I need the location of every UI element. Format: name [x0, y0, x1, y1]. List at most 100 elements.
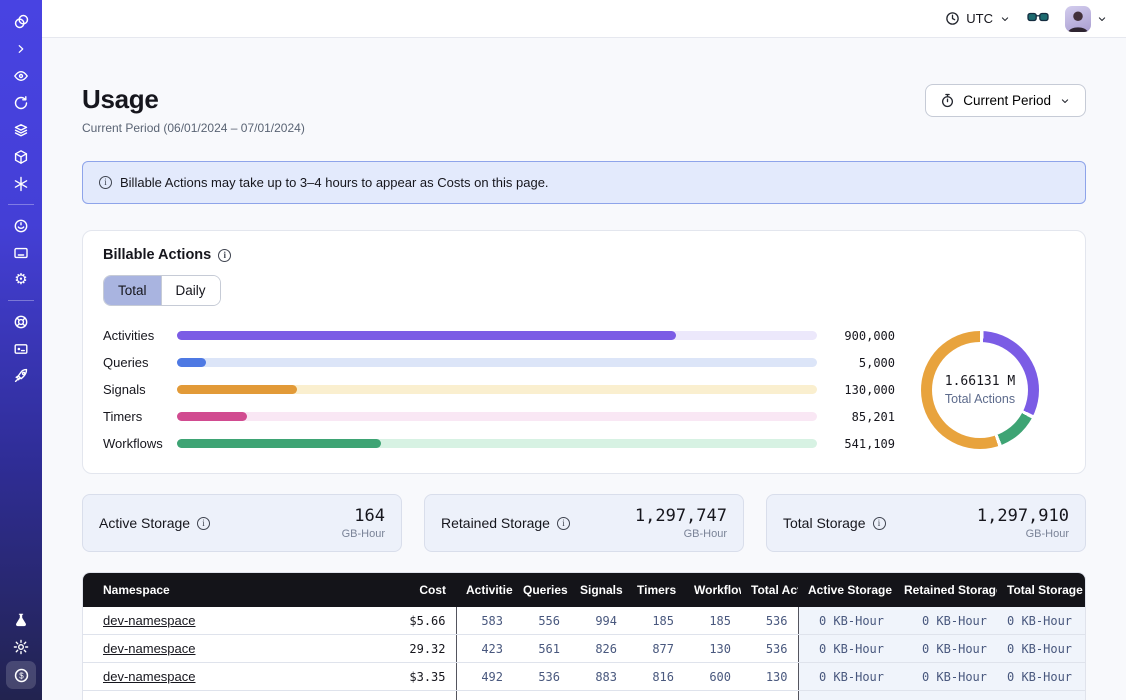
cell-cost: $3.35: [364, 663, 456, 691]
billing-card-icon[interactable]: [6, 240, 36, 265]
usage-coin-icon[interactable]: $: [6, 661, 36, 689]
namespace-cell: dev-namespace: [83, 635, 364, 663]
cube-icon[interactable]: [6, 144, 36, 169]
sidebar-divider: [8, 204, 34, 205]
page-content: Usage Current Period (06/01/2024 – 07/01…: [42, 38, 1126, 700]
bar-fill: [177, 331, 676, 340]
bar-value: 85,201: [817, 410, 895, 424]
bar-label: Queries: [103, 355, 177, 370]
cell-total-storage: 0 KB-Hour: [997, 607, 1085, 635]
storage-card-value: 164: [342, 506, 385, 526]
bar-fill: [177, 385, 297, 394]
table-row: dev-namespace$3.354925368838166001300 KB…: [83, 663, 1085, 691]
table-header-row: NamespaceCostActivitiesQueriesSignalsTim…: [83, 573, 1085, 607]
tab-total[interactable]: Total: [104, 276, 161, 305]
chevron-down-icon: [1096, 13, 1108, 25]
cell-signals: 994: [570, 607, 627, 635]
feedback-monitor-icon[interactable]: [6, 336, 36, 361]
cell-activities: 423: [456, 635, 513, 663]
column-header-namespace: Namespace: [83, 573, 364, 607]
cell-active-storage: 0 KB-Hour: [798, 607, 894, 635]
namespace-usage-table: NamespaceCostActivitiesQueriesSignalsTim…: [82, 572, 1086, 700]
cell-cost: 29.32: [364, 635, 456, 663]
storage-card-label: Active Storage: [99, 515, 190, 531]
table-body: dev-namespace$5.665835569941851855360 KB…: [83, 607, 1085, 700]
page-title: Usage: [82, 84, 305, 115]
cell-timers: 816: [627, 663, 684, 691]
bar-track: [177, 385, 817, 394]
namespaces-eye-icon[interactable]: [6, 63, 36, 88]
timezone-selector[interactable]: UTC: [945, 11, 1011, 26]
sidebar: ⚙ $: [0, 0, 42, 700]
info-icon[interactable]: [218, 249, 231, 262]
storage-card-label: Total Storage: [783, 515, 866, 531]
info-icon[interactable]: [557, 517, 570, 530]
cell-total-storage: 0 KB-Hour: [997, 635, 1085, 663]
cell-total-actions: 536: [741, 607, 798, 635]
bar-fill: [177, 358, 206, 367]
layers-icon[interactable]: [6, 117, 36, 142]
history-clock-icon[interactable]: [6, 90, 36, 115]
storage-card-label: Retained Storage: [441, 515, 550, 531]
namespace-cell: dev-namespace: [83, 663, 364, 691]
namespace-link[interactable]: dev-namespace: [103, 669, 196, 684]
namespace-cell: dev-namespace: [83, 607, 364, 635]
table-row-partial: [83, 691, 1085, 700]
table-row: dev-namespace$5.665835569941851855360 KB…: [83, 607, 1085, 635]
cell-workflows: 600: [684, 663, 741, 691]
bar-row-timers: Timers 85,201: [103, 403, 895, 430]
bar-value: 900,000: [817, 329, 895, 343]
column-header-queries: Queries: [513, 573, 570, 607]
info-banner: Billable Actions may take up to 3–4 hour…: [82, 161, 1086, 204]
cell-queries: 536: [513, 663, 570, 691]
svg-text:$: $: [19, 671, 24, 680]
billable-actions-card: Billable Actions TotalDaily Activities90…: [82, 230, 1086, 474]
avatar: [1065, 6, 1091, 32]
cell-activities: 583: [456, 607, 513, 635]
storage-summary-row: Active Storage 164 GB-Hour Retained Storage…: [82, 494, 1086, 552]
glasses-icon[interactable]: [1027, 9, 1049, 29]
cell-timers: 185: [627, 607, 684, 635]
bar-value: 5,000: [817, 356, 895, 370]
storage-card-unit: GB-Hour: [635, 528, 727, 540]
stopwatch-icon: [940, 93, 955, 108]
table-row: dev-namespace29.324235618268771305360 KB…: [83, 635, 1085, 663]
info-icon: [99, 176, 112, 189]
info-icon[interactable]: [197, 517, 210, 530]
bar-label: Signals: [103, 382, 177, 397]
cell-signals: 826: [570, 635, 627, 663]
storage-card-value: 1,297,747: [635, 506, 727, 526]
dashboard-gauge-icon[interactable]: [6, 213, 36, 238]
cell-total-actions: 130: [741, 663, 798, 691]
expand-chevron-icon[interactable]: [6, 36, 36, 61]
namespace-link[interactable]: dev-namespace: [103, 613, 196, 628]
support-lifebuoy-icon[interactable]: [6, 309, 36, 334]
billable-actions-title: Billable Actions: [103, 247, 211, 263]
tab-daily[interactable]: Daily: [161, 276, 220, 305]
column-header-active-storage: Active Storage: [798, 573, 894, 607]
main-area: UTC Usage Current Period (06/01/2024 – 0…: [42, 0, 1126, 700]
asterisk-icon[interactable]: [6, 171, 36, 196]
cell-retained-storage: 0 KB-Hour: [894, 663, 997, 691]
getting-started-rocket-icon[interactable]: [6, 363, 36, 388]
bar-chart: Activities900,000Queries5,000Signals130,…: [103, 322, 895, 457]
period-subtitle: Current Period (06/01/2024 – 07/01/2024): [82, 121, 305, 135]
total-daily-tabs: TotalDaily: [103, 275, 221, 306]
temporal-logo-icon[interactable]: [6, 9, 36, 34]
info-icon[interactable]: [873, 517, 886, 530]
period-dropdown-button[interactable]: Current Period: [925, 84, 1086, 117]
sidebar-divider: [8, 300, 34, 301]
user-menu[interactable]: [1065, 6, 1108, 32]
bar-fill: [177, 412, 247, 421]
column-header-cost: Cost: [364, 573, 456, 607]
namespace-link[interactable]: dev-namespace: [103, 641, 196, 656]
theme-sun-icon[interactable]: [6, 634, 36, 659]
bar-label: Timers: [103, 409, 177, 424]
storage-card-unit: GB-Hour: [342, 528, 385, 540]
donut-center: 1.66131 M Total Actions: [932, 342, 1028, 438]
column-header-total-actions: Total Actions: [741, 573, 798, 607]
storage-card-total-storage: Total Storage1,297,910GB-Hour: [766, 494, 1086, 552]
labs-flask-icon[interactable]: [6, 607, 36, 632]
donut-chart: 1.66131 M Total Actions: [921, 331, 1039, 449]
settings-gear-icon[interactable]: ⚙: [6, 267, 36, 292]
